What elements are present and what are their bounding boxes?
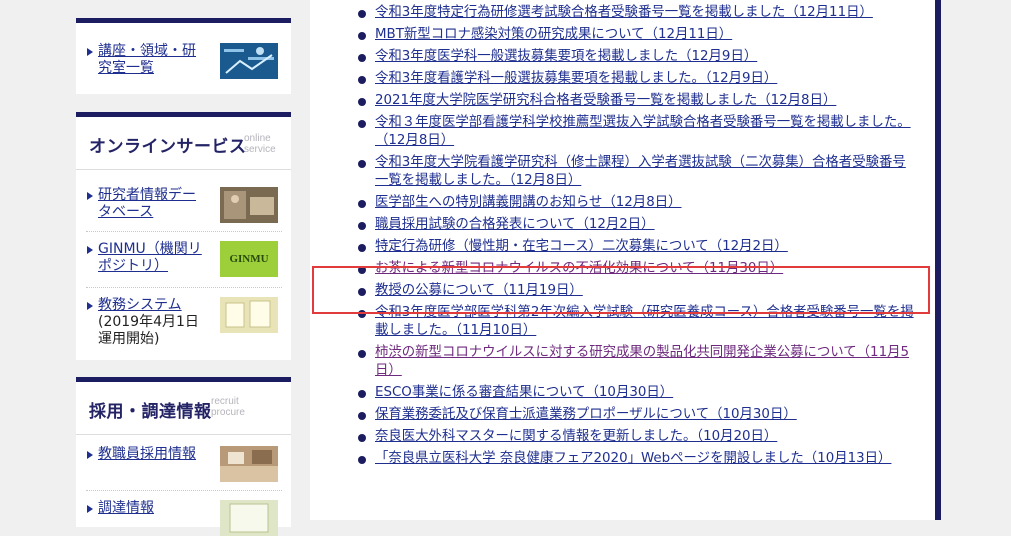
divider [86,490,282,491]
recruit-procure-box: 採用・調達情報 recruit procure 教職員採用情報 調達情報 [76,377,291,536]
news-link[interactable]: 令和3年度看護学科一般選抜募集要項を掲載しました。（12月9日） [375,71,777,86]
researcher-db-link[interactable]: 研究者情報データベース [86,187,204,221]
news-link[interactable]: MBT新型コロナ感染対策の研究成果について（12月11日） [375,27,732,42]
news-link[interactable]: 令和3年度特定行為研修選考試験合格者受験番号一覧を掲載しました（12月11日） [375,5,873,20]
news-link[interactable]: 令和3年度医学部医学科第2年次編入学試験（研究医養成コース）合格者受験番号一覧を… [375,305,914,338]
news-item: 令和3年度大学院看護学研究科（修士課程）入学者選抜試験（二次募集）合格者受験番号… [358,154,918,190]
news-item: 奈良医大外科マスターに関する情報を更新しました。（10月20日） [358,428,918,446]
news-link[interactable]: 柿渋の新型コロナウイルスに対する研究成果の製品化共同開発企業公募について（11月… [375,345,909,378]
news-link[interactable]: 奈良医大外科マスターに関する情報を更新しました。（10月20日） [375,429,777,444]
research-image-icon [220,43,278,79]
course-list-link[interactable]: 講座・領域・研究室一覧 [86,43,204,77]
procurement-link[interactable]: 調達情報 [86,500,204,517]
procurement-image-icon [220,500,278,536]
right-border [935,0,941,520]
news-item: ESCO事業に係る審査結果について（10月30日） [358,384,918,402]
news-item: 令和3年度医学科一般選抜募集要項を掲載しました（12月9日） [358,48,918,66]
news-link[interactable]: 医学部生への特別講義開講のお知らせ（12月8日） [375,195,682,210]
divider [86,231,282,232]
kyomu-system-link[interactable]: 教務システム [98,297,182,313]
documents-image-icon [220,297,278,333]
course-box: 講座・領域・研究室一覧 [76,18,291,94]
news-item: 医学部生への特別講義開講のお知らせ（12月8日） [358,194,918,212]
news-link[interactable]: 教授の公募について（11月19日） [375,283,583,298]
online-services-en-2: service [244,144,276,155]
ginmu-link[interactable]: GINMU（機関リポジトリ） [86,241,204,275]
news-list: 令和3年度特定行為研修選考試験合格者受験番号一覧を掲載しました（12月11日） M… [358,4,918,472]
news-link[interactable]: 令和3年度大学院看護学研究科（修士課程）入学者選抜試験（二次募集）合格者受験番号… [375,155,906,188]
news-item: 保育業務委託及び保育士派遣業務プロポーザルについて（10月30日） [358,406,918,424]
sidebar: 講座・領域・研究室一覧 オンラインサービス online service 研究者… [0,0,310,536]
news-item: お茶による新型コロナウイルスの不活化効果について（11月30日） [358,260,918,278]
divider [86,287,282,288]
online-services-box: オンラインサービス online service 研究者情報データベース GIN… [76,112,291,360]
recruit-procure-title: 採用・調達情報 [89,402,212,422]
news-item: 職員採用試験の合格発表について（12月2日） [358,216,918,234]
news-item: 2021年度大学院医学研究科合格者受験番号一覧を掲載しました（12月8日） [358,92,918,110]
kyomu-system-note: (2019年4月1日運用開始) [98,314,199,347]
recruit-procure-en-1: recruit [211,396,239,407]
news-link[interactable]: 特定行為研修（慢性期・在宅コース）二次募集について（12月2日） [375,239,788,254]
news-link[interactable]: 「奈良県立医科大学 奈良健康フェア2020」Webページを開設しました（10月1… [375,451,891,466]
news-item: 柿渋の新型コロナウイルスに対する研究成果の製品化共同開発企業公募について（11月… [358,344,918,380]
online-services-en-1: online [244,133,271,144]
online-services-title: オンラインサービス [89,137,247,157]
news-link[interactable]: ESCO事業に係る審査結果について（10月30日） [375,385,673,400]
news-item: 令和3年度特定行為研修選考試験合格者受験番号一覧を掲載しました（12月11日） [358,4,918,22]
online-services-header: オンラインサービス online service [76,117,291,170]
news-item: 令和3年度医学部医学科第2年次編入学試験（研究医養成コース）合格者受験番号一覧を… [358,304,918,340]
news-link[interactable]: 令和3年度医学科一般選抜募集要項を掲載しました（12月9日） [375,49,757,64]
news-item: 令和３年度医学部看護学科学校推薦型選抜入学試験合格者受験番号一覧を掲載しました。… [358,114,918,150]
news-item: 特定行為研修（慢性期・在宅コース）二次募集について（12月2日） [358,238,918,256]
main-content: 令和3年度特定行為研修選考試験合格者受験番号一覧を掲載しました（12月11日） M… [310,0,935,520]
staff-recruit-link[interactable]: 教職員採用情報 [86,446,204,463]
news-link[interactable]: 保育業務委託及び保育士派遣業務プロポーザルについて（10月30日） [375,407,797,422]
news-item: 教授の公募について（11月19日） [358,282,918,300]
recruit-procure-header: 採用・調達情報 recruit procure [76,382,291,435]
news-link[interactable]: 2021年度大学院医学研究科合格者受験番号一覧を掲載しました（12月8日） [375,93,836,108]
news-link[interactable]: 令和３年度医学部看護学科学校推薦型選抜入学試験合格者受験番号一覧を掲載しました。… [375,115,911,148]
recruit-procure-en-2: procure [211,407,245,418]
ginmu-logo-icon: GINMU [220,241,278,277]
news-link[interactable]: お茶による新型コロナウイルスの不活化効果について（11月30日） [375,261,783,276]
news-link[interactable]: 職員採用試験の合格発表について（12月2日） [375,217,655,232]
news-item: 令和3年度看護学科一般選抜募集要項を掲載しました。（12月9日） [358,70,918,88]
news-item: 「奈良県立医科大学 奈良健康フェア2020」Webページを開設しました（10月1… [358,450,918,468]
researcher-photo-icon [220,187,278,223]
office-image-icon [220,446,278,482]
news-item: MBT新型コロナ感染対策の研究成果について（12月11日） [358,26,918,44]
